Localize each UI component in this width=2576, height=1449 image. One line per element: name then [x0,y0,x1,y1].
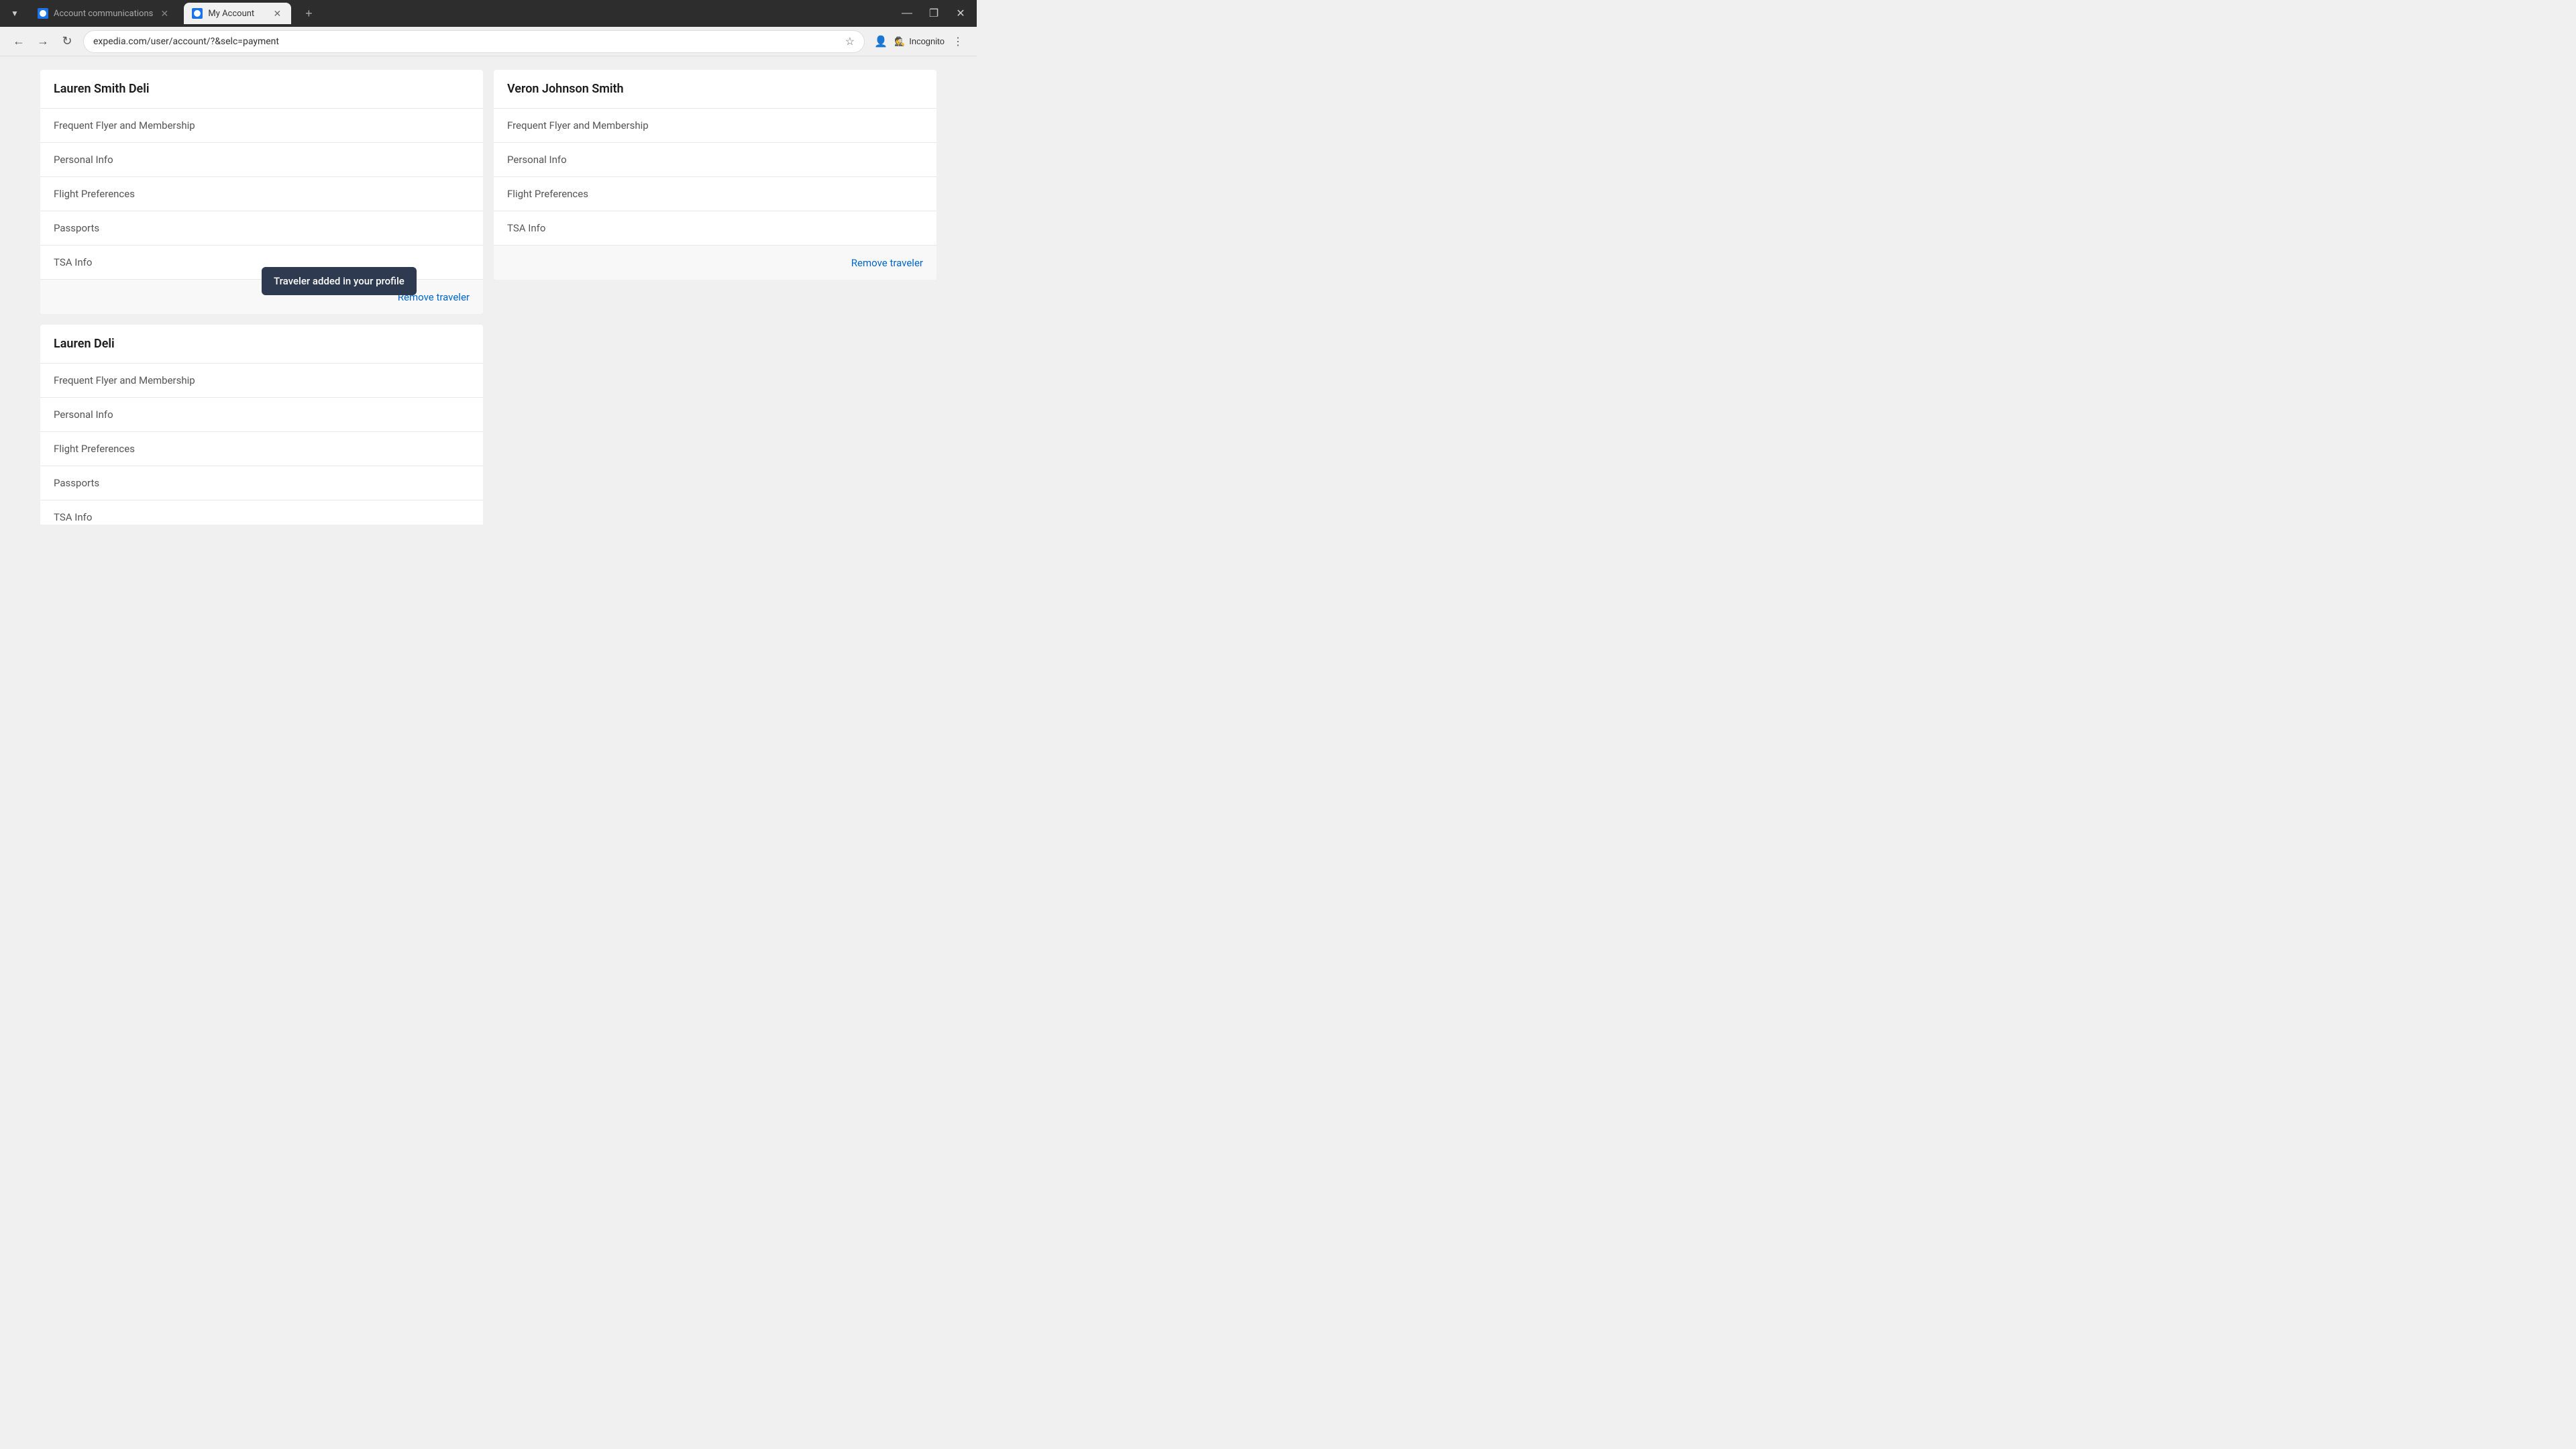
url-text: expedia.com/user/account/?&selc=payment [93,36,840,47]
traveler-name-2: Veron Johnson Smith [494,70,936,109]
profile-button[interactable]: 👤 [870,31,892,52]
traveler-card-2: Veron Johnson Smith Frequent Flyer and M… [494,70,936,280]
frequent-flyer-3[interactable]: Frequent Flyer and Membership [40,364,483,398]
tab-close-account-communications[interactable]: ✕ [158,7,170,19]
remove-traveler-link-2[interactable]: Remove traveler [851,257,923,269]
flight-preferences-2[interactable]: Flight Preferences [494,177,936,211]
expedia-icon-1 [38,8,48,19]
url-bar[interactable]: expedia.com/user/account/?&selc=payment … [83,30,865,53]
traveler-name-1: Lauren Smith Deli [40,70,483,109]
menu-button[interactable]: ⋮ [947,31,969,52]
add-tab-button[interactable]: + [299,4,318,23]
expedia-icon-2 [192,8,203,19]
frequent-flyer-1[interactable]: Frequent Flyer and Membership [40,109,483,143]
browser-chrome: ▼ Account communications ✕ My Account ✕ … [0,0,977,27]
restore-button[interactable]: ❐ [923,3,945,24]
nav-arrows: ← → ↻ [8,31,78,52]
forward-button[interactable]: → [32,31,54,52]
traveler-card-3: Lauren Deli Frequent Flyer and Membershi… [40,325,483,525]
tooltip-text: Traveler added in your profile [274,275,405,287]
tab-close-my-account[interactable]: ✕ [271,7,283,19]
tsa-info-2[interactable]: TSA Info [494,211,936,246]
window-controls: — ❐ ✕ [896,3,971,24]
left-column: Lauren Smith Deli Frequent Flyer and Mem… [40,70,483,525]
right-column: Veron Johnson Smith Frequent Flyer and M… [494,70,936,280]
tab-account-communications[interactable]: Account communications ✕ [30,3,178,24]
browser-actions: 👤 🕵 Incognito ⋮ [870,31,969,52]
tooltip: Traveler added in your profile [262,267,417,295]
traveler-name-3: Lauren Deli [40,325,483,364]
tab-label-account-communications: Account communications [54,9,153,19]
incognito-label: Incognito [909,36,945,46]
tab-dropdown-button[interactable]: ▼ [5,6,24,21]
remove-traveler-row-2: Remove traveler [494,246,936,280]
incognito-button[interactable]: 🕵 Incognito [894,36,945,47]
passports-1[interactable]: Passports [40,211,483,246]
tab-my-account[interactable]: My Account ✕ [184,3,291,24]
passports-3[interactable]: Passports [40,466,483,500]
tab-label-my-account: My Account [208,9,266,19]
refresh-button[interactable]: ↻ [56,31,78,52]
bookmark-button[interactable]: ☆ [845,35,855,48]
close-button[interactable]: ✕ [950,3,971,24]
minimize-button[interactable]: — [896,3,918,24]
tsa-info-3[interactable]: TSA Info [40,500,483,525]
address-bar: ← → ↻ expedia.com/user/account/?&selc=pa… [0,27,977,56]
personal-info-1[interactable]: Personal Info [40,143,483,177]
flight-preferences-1[interactable]: Flight Preferences [40,177,483,211]
personal-info-2[interactable]: Personal Info [494,143,936,177]
personal-info-3[interactable]: Personal Info [40,398,483,432]
flight-preferences-3[interactable]: Flight Preferences [40,432,483,466]
incognito-icon: 🕵 [894,36,905,47]
frequent-flyer-2[interactable]: Frequent Flyer and Membership [494,109,936,143]
page-content: Traveler added in your profile Lauren Sm… [0,56,977,525]
back-button[interactable]: ← [8,31,30,52]
